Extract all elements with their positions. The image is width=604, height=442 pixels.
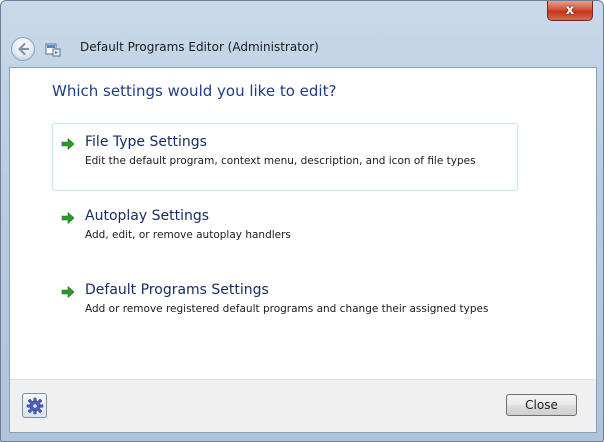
footer-bar: Close	[10, 379, 596, 432]
title-bar: x Default Programs Editor (Administrator…	[1, 1, 603, 67]
option-description: Add or remove registered default program…	[85, 303, 489, 315]
option-default-programs-settings[interactable]: Default Programs Settings Add or remove …	[52, 271, 518, 339]
main-content: Which settings would you like to edit? F…	[9, 67, 597, 433]
window-title: Default Programs Editor (Administrator)	[80, 40, 319, 54]
option-description: Edit the default program, context menu, …	[85, 155, 476, 167]
green-arrow-icon	[61, 137, 75, 151]
app-icon	[45, 41, 61, 57]
back-arrow-icon	[18, 42, 30, 56]
close-button[interactable]: Close	[506, 394, 577, 416]
option-title: File Type Settings	[85, 134, 207, 150]
app-window: x Default Programs Editor (Administrator…	[0, 0, 604, 442]
gear-icon	[26, 397, 43, 414]
option-autoplay-settings[interactable]: Autoplay Settings Add, edit, or remove a…	[52, 197, 518, 265]
option-description: Add, edit, or remove autoplay handlers	[85, 229, 291, 241]
option-title: Default Programs Settings	[85, 282, 269, 298]
green-arrow-icon	[61, 285, 75, 299]
green-arrow-icon	[61, 211, 75, 225]
option-title: Autoplay Settings	[85, 208, 210, 224]
back-button[interactable]	[11, 37, 35, 61]
settings-button[interactable]	[22, 393, 47, 418]
option-file-type-settings[interactable]: File Type Settings Edit the default prog…	[52, 123, 518, 191]
window-close-button[interactable]: x	[547, 1, 593, 21]
close-icon: x	[565, 3, 575, 18]
page-heading: Which settings would you like to edit?	[52, 82, 337, 100]
